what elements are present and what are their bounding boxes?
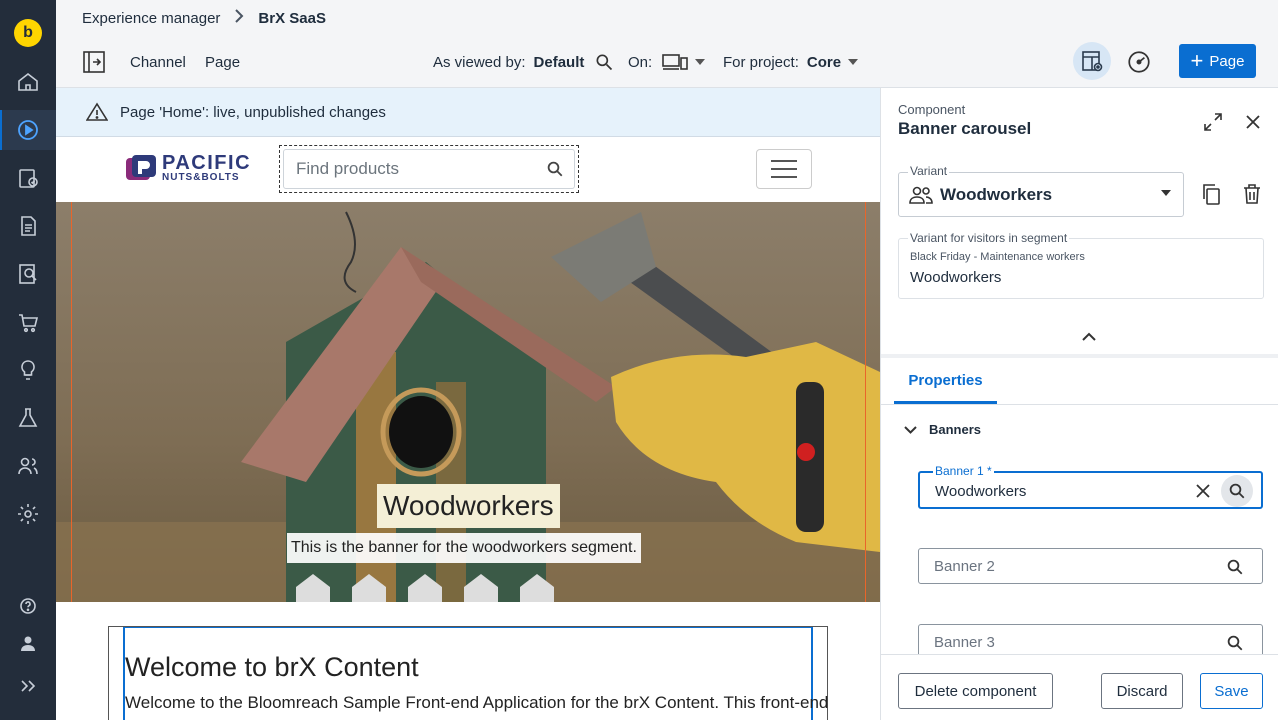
variant-label: Variant (908, 164, 950, 178)
banner-1-label: Banner 1 * (933, 464, 994, 478)
experiments-flask-icon[interactable] (0, 398, 56, 438)
caret-down-icon (695, 59, 706, 65)
seo-search-icon[interactable] (0, 254, 56, 294)
caret-down-icon (848, 59, 859, 65)
channel-menu[interactable]: Channel (130, 36, 186, 88)
user-icon[interactable] (0, 624, 56, 664)
copy-icon[interactable] (1199, 182, 1223, 206)
content-component[interactable]: Welcome to brX Content Welcome to the Bl… (108, 626, 828, 720)
tab-underline (881, 404, 1278, 405)
project-value: Core (806, 53, 842, 71)
chevron-down-icon[interactable] (901, 422, 919, 438)
product-search-input[interactable]: Find products (283, 149, 575, 189)
banner-2-placeholder: Banner 2 (934, 558, 995, 575)
segment-label: Variant for visitors in segment (908, 231, 1070, 245)
audiences-icon[interactable] (0, 446, 56, 486)
warning-icon (86, 102, 108, 121)
search-icon[interactable] (1221, 475, 1253, 507)
settings-gear-icon[interactable] (0, 494, 56, 534)
search-placeholder: Find products (296, 159, 399, 178)
expand-rail-icon[interactable] (0, 666, 56, 706)
search-icon (1227, 559, 1243, 575)
cart-icon[interactable] (0, 302, 56, 342)
add-page-button[interactable]: + Page (1179, 44, 1256, 78)
panel-footer: Delete component Discard Save (881, 654, 1278, 720)
component-label: Component (898, 102, 966, 117)
clear-icon (1196, 484, 1210, 498)
product-search: Find products (279, 145, 579, 193)
toolbar: Channel Page As viewed by: Default On: F… (56, 36, 1278, 88)
segment-info: Variant for visitors in segment Black Fr… (898, 231, 1264, 299)
device-label: On: (628, 53, 653, 71)
delete-icon[interactable] (1240, 182, 1264, 206)
search-icon (1227, 635, 1243, 651)
breadcrumb-parent[interactable]: Experience manager (82, 10, 220, 27)
site-logo[interactable]: PACIFIC NUTS&BOLTS (124, 153, 251, 185)
welcome-title: Welcome to brX Content (125, 652, 419, 682)
variant-value: Woodworkers (940, 185, 1053, 204)
site-header: PACIFIC NUTS&BOLTS Find products (56, 137, 880, 202)
welcome-text: Welcome to the Bloomreach Sample Front-e… (125, 693, 829, 712)
panel-divider (881, 354, 1278, 358)
component-title: Banner carousel (898, 119, 1032, 138)
viewed-by-value: Default (533, 53, 585, 71)
banner-subtitle: This is the banner for the woodworkers s… (287, 533, 641, 563)
segment-value: Woodworkers (910, 269, 1002, 286)
close-icon[interactable] (1241, 110, 1265, 134)
project-label: For project: (723, 53, 799, 71)
delete-component-button[interactable]: Delete component (898, 673, 1053, 709)
viewed-by-selector[interactable]: As viewed by: Default (433, 36, 614, 88)
page-preview: PACIFIC NUTS&BOLTS Find products Woodwor… (56, 137, 880, 720)
nav-rail: b (0, 0, 56, 720)
chevron-right-icon (234, 9, 244, 27)
segment-name: Black Friday - Maintenance workers (910, 251, 1085, 263)
devices-icon (662, 54, 688, 70)
banner-carousel[interactable]: Woodworkers This is the banner for the w… (56, 202, 880, 602)
banner-1-field[interactable]: Banner 1 * Woodworkers (918, 464, 1263, 509)
component-panel: Component Banner carousel Variant Woodwo… (880, 88, 1278, 720)
discard-button[interactable]: Discard (1101, 673, 1183, 709)
viewed-by-label: As viewed by: (433, 53, 526, 71)
insights-lightbulb-icon[interactable] (0, 350, 56, 390)
device-selector[interactable]: On: (628, 36, 706, 88)
project-selector[interactable]: For project: Core (723, 36, 859, 88)
expand-icon[interactable] (1201, 110, 1225, 134)
save-button[interactable]: Save (1200, 673, 1263, 709)
app-logo[interactable]: b (14, 19, 42, 47)
breadcrumb: Experience manager BrX SaaS (56, 0, 1278, 36)
sidebar-toggle-icon[interactable] (82, 36, 106, 88)
section-banners[interactable]: Banners (929, 422, 981, 437)
banner-2-field[interactable]: Banner 2 (918, 548, 1263, 584)
hamburger-menu-icon[interactable] (756, 149, 812, 189)
tab-properties[interactable]: Properties (894, 360, 997, 404)
chevron-up-icon[interactable] (1079, 328, 1099, 344)
banner-title: Woodworkers (377, 484, 560, 528)
breadcrumb-current: BrX SaaS (258, 9, 326, 27)
brand-tagline: NUTS&BOLTS (162, 172, 240, 183)
speed-gauge-icon[interactable] (1126, 36, 1152, 88)
search-icon (596, 54, 613, 71)
experience-manager-icon[interactable] (0, 110, 56, 150)
page-menu[interactable]: Page (205, 36, 240, 88)
banner-3-placeholder: Banner 3 (934, 634, 995, 651)
group-icon (909, 186, 933, 204)
variant-select[interactable]: Variant Woodworkers (898, 164, 1184, 217)
documents-icon[interactable] (0, 206, 56, 246)
home-icon[interactable] (0, 62, 56, 102)
projects-icon[interactable] (0, 158, 56, 198)
banner-1-value: Woodworkers (935, 483, 1027, 500)
plus-icon: + (1190, 48, 1204, 73)
page-status-alert: Page 'Home': live, unpublished changes (56, 88, 880, 137)
search-icon (547, 161, 563, 177)
alert-text: Page 'Home': live, unpublished changes (120, 103, 386, 121)
help-icon[interactable] (0, 586, 56, 626)
page-view-toggle-icon[interactable] (1073, 42, 1111, 80)
brand-name: PACIFIC (162, 152, 252, 174)
caret-down-icon (1161, 190, 1171, 196)
add-page-label: Page (1209, 52, 1245, 70)
pacific-logo-icon (126, 155, 156, 180)
content-component-inner: Welcome to brX Content Welcome to the Bl… (123, 627, 829, 720)
